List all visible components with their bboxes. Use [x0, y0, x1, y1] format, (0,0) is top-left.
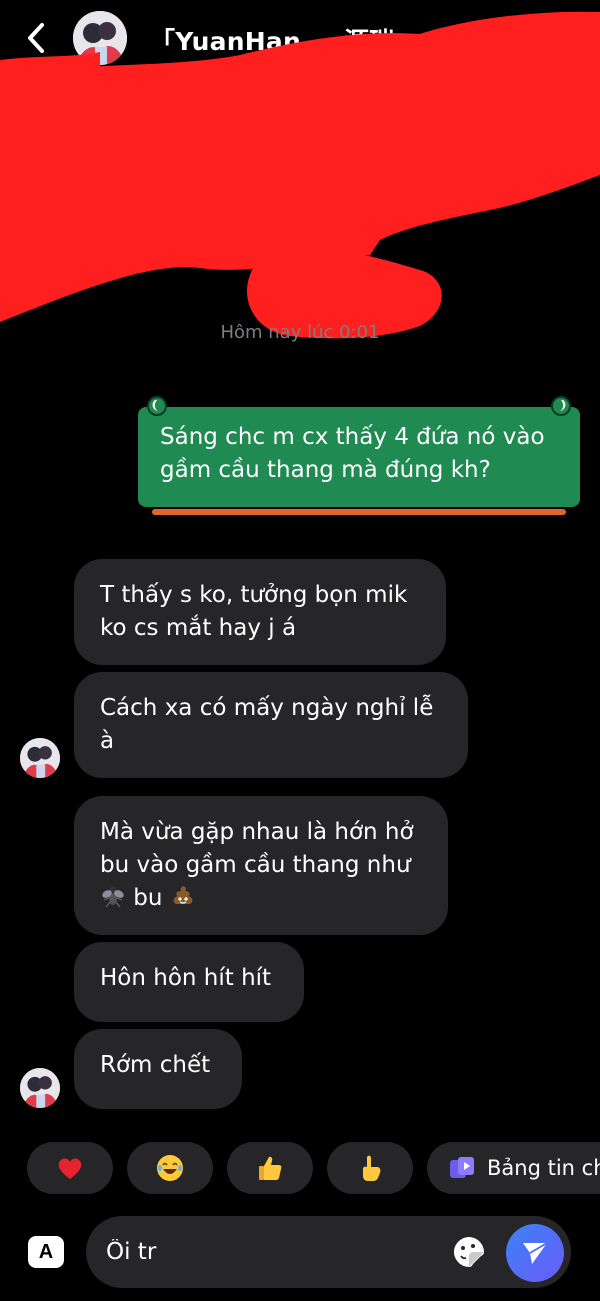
contact-avatar[interactable] [73, 11, 127, 65]
received-message[interactable]: Hôn hôn hít hít [74, 942, 304, 1022]
received-message[interactable]: Rớm chết [74, 1029, 242, 1109]
sent-message-text: Sáng chc m cx thấy 4 đứa nó vào gầm cầu … [160, 424, 545, 483]
sent-message[interactable]: Sáng chc m cx thấy 4 đứa nó vào gầm cầu … [138, 395, 580, 515]
story-shortcut-button[interactable]: Bảng tin ch [427, 1142, 600, 1194]
received-message[interactable]: Mà vừa gặp nhau là hớn hở bu vào gầm cầu… [74, 796, 448, 935]
heart-emoji-icon [58, 1158, 82, 1179]
moon-decoration-icon [551, 396, 571, 416]
received-message[interactable]: T thấy s ko, tưởng bọn mik ko cs mắt hay… [74, 559, 446, 665]
send-icon [523, 1242, 548, 1264]
received-message-text: T thấy s ko, tưởng bọn mik ko cs mắt hay… [100, 582, 408, 641]
sticker-icon[interactable] [451, 1234, 487, 1270]
message-timestamp: Hôm nay lúc 0:01 [220, 322, 380, 343]
fly-emoji-icon [102, 886, 124, 908]
story-icon [450, 1157, 474, 1178]
received-message-text: Cách xa có mấy ngày nghỉ lễ à [100, 695, 434, 754]
quick-reaction-laugh[interactable] [127, 1142, 213, 1194]
back-button[interactable] [22, 20, 52, 56]
sender-avatar[interactable] [20, 1068, 60, 1108]
chevron-left-icon [28, 23, 44, 53]
contact-name[interactable]: 「YuanHan 源瑞 . [150, 22, 413, 58]
received-message-text: Mà vừa gặp nhau là hớn hở bu vào gầm cầu… [100, 819, 414, 878]
story-shortcut-label: Bảng tin ch [487, 1156, 600, 1180]
thumbs-up-emoji-icon [259, 1156, 282, 1180]
laughing-emoji-icon [157, 1155, 183, 1181]
message-composer [86, 1216, 571, 1288]
text-style-button[interactable]: A [28, 1236, 64, 1268]
received-message-text: Hôn hôn hít hít [100, 965, 272, 991]
message-input[interactable] [106, 1234, 436, 1270]
send-button[interactable] [506, 1224, 564, 1282]
moon-decoration-icon [147, 396, 167, 416]
received-message-text: Rớm chết [100, 1052, 211, 1078]
received-message[interactable]: Cách xa có mấy ngày nghỉ lễ à [74, 672, 468, 778]
poop-emoji-icon [173, 886, 193, 904]
received-message-text: bu [126, 885, 170, 911]
quick-reaction-point[interactable] [327, 1142, 413, 1194]
sent-bubble-underline [152, 509, 566, 515]
sender-avatar[interactable] [20, 738, 60, 778]
quick-reaction-heart[interactable] [27, 1142, 113, 1194]
quick-reaction-thumbs-up[interactable] [227, 1142, 313, 1194]
pointing-hand-emoji-icon [363, 1155, 381, 1181]
